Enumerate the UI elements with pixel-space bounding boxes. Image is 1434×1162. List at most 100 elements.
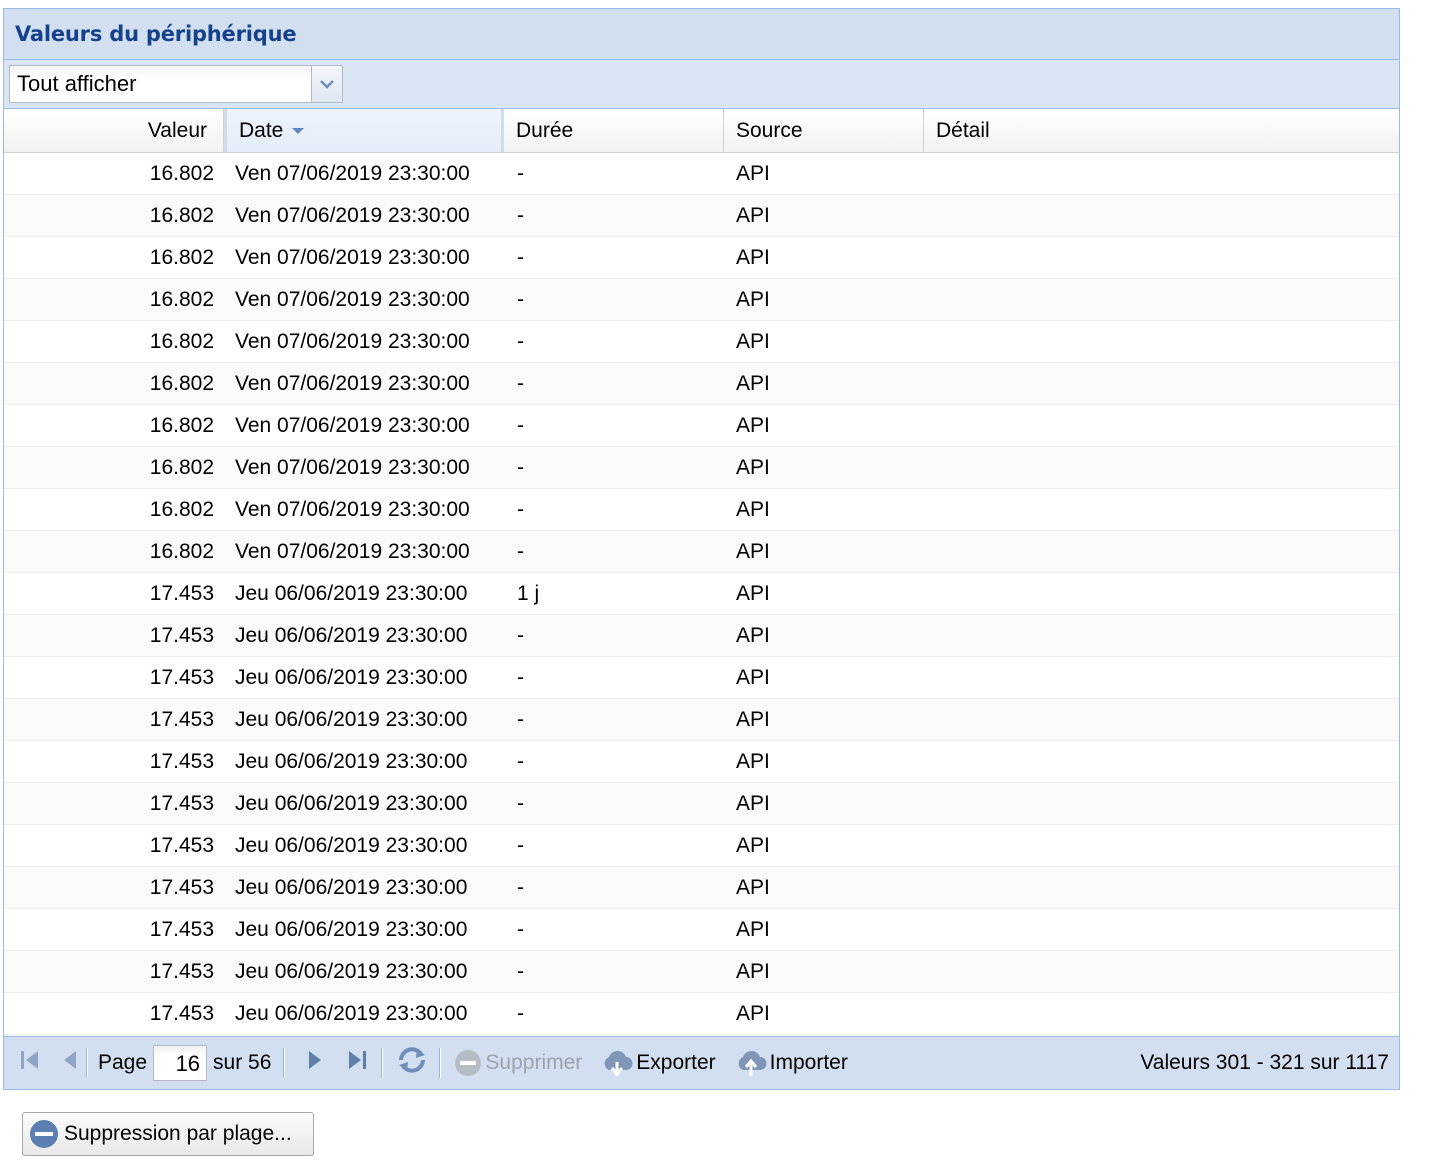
import-button[interactable]: Importer	[734, 1048, 848, 1078]
import-cloud-icon	[734, 1048, 768, 1078]
table-row[interactable]: 16.802 Ven 07/06/2019 23:30:00 - API	[4, 279, 1399, 321]
cell-valeur: 16.802	[149, 329, 214, 353]
grid-body: 16.802 Ven 07/06/2019 23:30:00 - API 16.802 V…	[4, 153, 1399, 1035]
column-header-label: Source	[736, 118, 803, 142]
cell-duree: -	[517, 413, 524, 437]
column-header-source[interactable]: Source	[724, 109, 924, 152]
cell-source: API	[736, 875, 770, 899]
cell-source: API	[736, 413, 770, 437]
first-page-button[interactable]	[18, 1048, 42, 1078]
table-row[interactable]: 17.453 Jeu 06/06/2019 23:30:00 - API	[4, 615, 1399, 657]
cell-source: API	[736, 161, 770, 185]
cell-date: Ven 07/06/2019 23:30:00	[235, 329, 470, 353]
cell-duree: -	[517, 623, 524, 647]
cell-valeur: 17.453	[149, 749, 214, 773]
cell-source: API	[736, 959, 770, 983]
toolbar-separator	[283, 1048, 286, 1078]
table-row[interactable]: 17.453 Jeu 06/06/2019 23:30:00 - API	[4, 657, 1399, 699]
filter-combo-value[interactable]: Tout afficher	[9, 65, 311, 103]
table-row[interactable]: 16.802 Ven 07/06/2019 23:30:00 - API	[4, 405, 1399, 447]
cell-date: Jeu 06/06/2019 23:30:00	[235, 1001, 468, 1025]
cell-duree: -	[517, 959, 524, 983]
next-page-button[interactable]	[305, 1048, 325, 1078]
paging-toolbar: Page 16 sur 56 Supprimer Exporter Import…	[4, 1036, 1399, 1089]
cell-duree: -	[517, 707, 524, 731]
cell-duree: 1 j	[517, 581, 540, 605]
cell-valeur: 17.453	[149, 581, 214, 605]
prev-page-button[interactable]	[60, 1048, 80, 1078]
cell-date: Ven 07/06/2019 23:30:00	[235, 161, 470, 185]
table-row[interactable]: 17.453 Jeu 06/06/2019 23:30:00 - API	[4, 909, 1399, 951]
first-page-icon	[18, 1048, 42, 1078]
column-header-date[interactable]: Date	[224, 109, 504, 152]
table-row[interactable]: 16.802 Ven 07/06/2019 23:30:00 - API	[4, 321, 1399, 363]
cell-date: Ven 07/06/2019 23:30:00	[235, 539, 470, 563]
range-delete-button[interactable]: Suppression par plage...	[22, 1112, 314, 1156]
table-row[interactable]: 17.453 Jeu 06/06/2019 23:30:00 - API	[4, 867, 1399, 909]
export-cloud-icon	[600, 1048, 634, 1078]
cell-source: API	[736, 245, 770, 269]
cell-date: Ven 07/06/2019 23:30:00	[235, 413, 470, 437]
cell-valeur: 17.453	[149, 707, 214, 731]
cell-date: Jeu 06/06/2019 23:30:00	[235, 623, 468, 647]
cell-duree: -	[517, 455, 524, 479]
cell-valeur: 17.453	[149, 917, 214, 941]
table-row[interactable]: 16.802 Ven 07/06/2019 23:30:00 - API	[4, 531, 1399, 573]
column-header-label: Durée	[516, 118, 574, 142]
table-row[interactable]: 16.802 Ven 07/06/2019 23:30:00 - API	[4, 237, 1399, 279]
next-page-icon	[305, 1048, 325, 1078]
cell-source: API	[736, 707, 770, 731]
cell-source: API	[736, 287, 770, 311]
refresh-button[interactable]	[395, 1045, 429, 1081]
cell-duree: -	[517, 245, 524, 269]
table-row[interactable]: 16.802 Ven 07/06/2019 23:30:00 - API	[4, 363, 1399, 405]
cell-source: API	[736, 581, 770, 605]
column-header-duree[interactable]: Durée	[504, 109, 724, 152]
cell-date: Ven 07/06/2019 23:30:00	[235, 245, 470, 269]
filter-bar: Tout afficher	[4, 60, 1399, 109]
cell-date: Ven 07/06/2019 23:30:00	[235, 497, 470, 521]
table-row[interactable]: 16.802 Ven 07/06/2019 23:30:00 - API	[4, 195, 1399, 237]
column-header-valeur[interactable]: Valeur	[4, 109, 224, 152]
table-row[interactable]: 16.802 Ven 07/06/2019 23:30:00 - API	[4, 153, 1399, 195]
cell-duree: -	[517, 203, 524, 227]
cell-date: Jeu 06/06/2019 23:30:00	[235, 749, 468, 773]
cell-valeur: 17.453	[149, 623, 214, 647]
toolbar-separator	[86, 1048, 88, 1078]
panel-header: Valeurs du périphérique	[4, 9, 1399, 60]
table-row[interactable]: 17.453 Jeu 06/06/2019 23:30:00 - API	[4, 951, 1399, 993]
cell-date: Jeu 06/06/2019 23:30:00	[235, 707, 468, 731]
cell-duree: -	[517, 161, 524, 185]
table-row[interactable]: 17.453 Jeu 06/06/2019 23:30:00 - API	[4, 741, 1399, 783]
filter-combo[interactable]: Tout afficher	[9, 65, 343, 103]
cell-source: API	[736, 455, 770, 479]
delete-button[interactable]: Supprimer	[453, 1048, 582, 1078]
export-label: Exporter	[636, 1051, 716, 1074]
table-row[interactable]: 17.453 Jeu 06/06/2019 23:30:00 - API	[4, 783, 1399, 825]
chevron-down-icon[interactable]	[311, 65, 343, 103]
table-row[interactable]: 16.802 Ven 07/06/2019 23:30:00 - API	[4, 447, 1399, 489]
table-row[interactable]: 17.453 Jeu 06/06/2019 23:30:00 - API	[4, 699, 1399, 741]
cell-valeur: 16.802	[149, 497, 214, 521]
column-header-label: Valeur	[147, 118, 207, 142]
last-page-button[interactable]	[345, 1048, 369, 1078]
cell-valeur: 16.802	[149, 371, 214, 395]
cell-date: Jeu 06/06/2019 23:30:00	[235, 959, 468, 983]
export-button[interactable]: Exporter	[600, 1048, 716, 1078]
table-row[interactable]: 17.453 Jeu 06/06/2019 23:30:00 - API	[4, 825, 1399, 867]
cell-source: API	[736, 833, 770, 857]
cell-valeur: 16.802	[149, 161, 214, 185]
cell-valeur: 17.453	[149, 875, 214, 899]
cell-date: Ven 07/06/2019 23:30:00	[235, 287, 470, 311]
paging-status: Valeurs 301 - 321 sur 1117	[1140, 1051, 1389, 1074]
cell-duree: -	[517, 791, 524, 815]
cell-date: Jeu 06/06/2019 23:30:00	[235, 581, 468, 605]
column-header-detail[interactable]: Détail	[924, 109, 1399, 152]
table-row[interactable]: 17.453 Jeu 06/06/2019 23:30:00 1 j API	[4, 573, 1399, 615]
cell-valeur: 17.453	[149, 959, 214, 983]
table-row[interactable]: 16.802 Ven 07/06/2019 23:30:00 - API	[4, 489, 1399, 531]
page-count-label: sur 56	[213, 1051, 272, 1074]
page-number-input[interactable]: 16	[153, 1045, 208, 1081]
table-row[interactable]: 17.453 Jeu 06/06/2019 23:30:00 - API	[4, 993, 1399, 1035]
cell-date: Ven 07/06/2019 23:30:00	[235, 455, 470, 479]
